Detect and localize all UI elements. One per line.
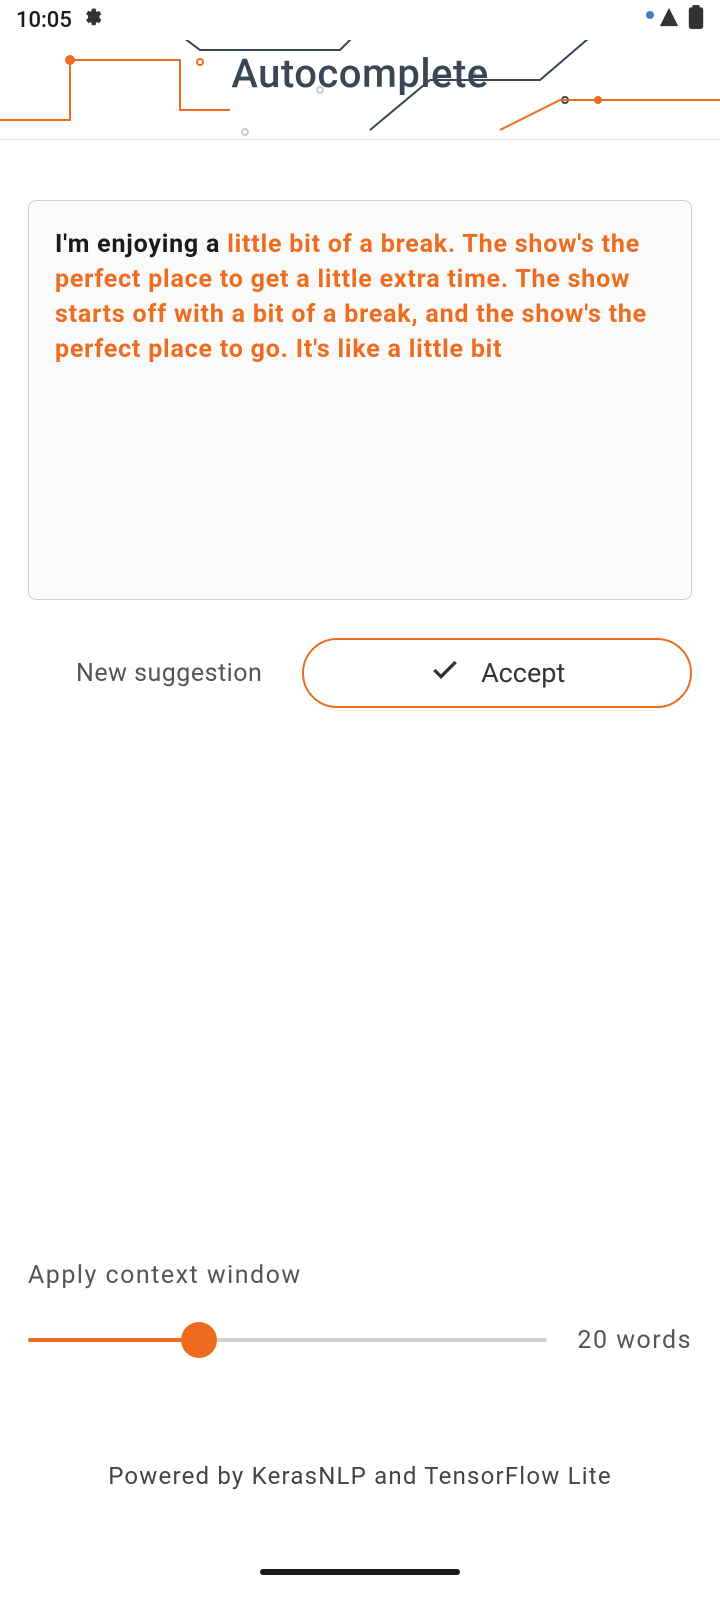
action-buttons: New suggestion Accept <box>28 638 692 708</box>
main-content: I'm enjoying a little bit of a break. Th… <box>0 140 720 708</box>
slider-thumb[interactable] <box>181 1322 217 1358</box>
context-window-slider[interactable] <box>28 1320 547 1360</box>
accept-label: Accept <box>481 657 565 689</box>
gear-icon <box>82 7 102 33</box>
navigation-handle[interactable] <box>260 1569 460 1575</box>
battery-icon <box>688 5 704 35</box>
slider-value-label: 20 words <box>577 1326 692 1355</box>
check-icon <box>429 654 461 693</box>
wifi-dot-icon <box>646 11 654 19</box>
slider-fill <box>28 1338 199 1342</box>
slider-track <box>28 1338 547 1342</box>
user-typed-text: I'm enjoying a <box>55 230 227 259</box>
status-time: 10:05 <box>16 8 72 33</box>
autocomplete-textbox[interactable]: I'm enjoying a little bit of a break. Th… <box>28 200 692 600</box>
accept-button[interactable]: Accept <box>302 638 692 708</box>
context-window-section: Apply context window 20 words <box>28 1261 692 1360</box>
app-header: Autocomplete <box>0 40 720 140</box>
footer-attribution: Powered by KerasNLP and TensorFlow Lite <box>0 1462 720 1490</box>
status-left: 10:05 <box>16 7 102 33</box>
signal-icon <box>658 6 680 34</box>
status-right <box>646 5 704 35</box>
new-suggestion-button[interactable]: New suggestion <box>76 659 262 688</box>
status-bar: 10:05 <box>0 0 720 40</box>
context-window-label: Apply context window <box>28 1261 692 1290</box>
page-title: Autocomplete <box>231 50 488 97</box>
slider-row: 20 words <box>28 1320 692 1360</box>
